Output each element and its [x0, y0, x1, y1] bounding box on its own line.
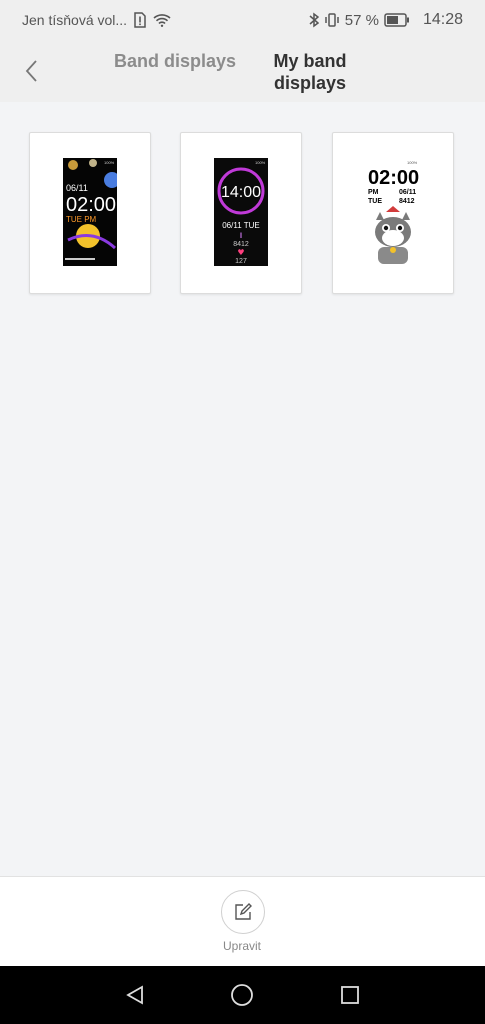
square-recents-icon — [339, 984, 361, 1006]
svg-text:♥: ♥ — [237, 248, 244, 257]
display-day: TUE — [368, 198, 382, 205]
display-card-planets[interactable]: 100% 06/11 02:00 TUE PM — [29, 132, 151, 294]
display-time: 14:00 — [221, 184, 261, 201]
chevron-left-icon — [24, 59, 38, 83]
display-steps: 8412 — [399, 198, 415, 205]
triangle-back-icon — [124, 984, 146, 1006]
display-date: 06/11 — [399, 189, 416, 196]
vibrate-icon — [324, 12, 340, 28]
edit-label: Upravit — [222, 939, 261, 953]
display-preview-planets: 100% 06/11 02:00 TUE PM — [63, 158, 117, 266]
tab-band-displays[interactable]: Band displays — [108, 50, 242, 72]
back-button[interactable] — [14, 54, 48, 88]
system-navigation-bar — [0, 966, 485, 1024]
bottom-action-bar: Upravit — [0, 876, 485, 967]
display-battery: 100% — [104, 160, 115, 165]
display-time: 02:00 — [66, 194, 116, 216]
display-battery: 100% — [407, 160, 418, 165]
wifi-icon — [153, 13, 171, 27]
display-period: PM — [368, 189, 379, 196]
display-time: 02:00 — [368, 167, 419, 189]
circle-home-icon — [230, 983, 254, 1007]
battery-percent: 57 % — [344, 11, 379, 29]
status-bar: Jen tísňová vol... 57 % 14:28 — [0, 0, 485, 40]
status-bar-right: 57 % 14:28 — [309, 11, 463, 29]
display-date: 06/11 TUE — [222, 221, 260, 230]
nav-home-button[interactable] — [227, 980, 257, 1010]
edit-icon — [233, 902, 253, 922]
display-date: 06/11 — [66, 183, 88, 193]
svg-text:‖: ‖ — [240, 233, 243, 240]
display-card-ring[interactable]: 100% 14:00 06/11 TUE ‖ 8412 ♥ 127 — [180, 132, 302, 294]
nav-back-button[interactable] — [120, 980, 150, 1010]
tab-my-band-displays[interactable]: My band displays — [262, 50, 358, 94]
display-day: TUE PM — [66, 215, 97, 224]
display-preview-cat: 100% 02:00 PM 06/11 TUE 8412 — [366, 158, 420, 266]
edit-button[interactable] — [221, 890, 265, 934]
sim-alert-icon — [133, 12, 147, 28]
display-card-cat[interactable]: 100% 02:00 PM 06/11 TUE 8412 — [332, 132, 454, 294]
carrier-label: Jen tísňová vol... — [22, 12, 128, 28]
display-steps: 8412 — [233, 241, 249, 248]
nav-recents-button[interactable] — [335, 980, 365, 1010]
display-heart: 127 — [235, 258, 247, 265]
my-displays-grid: 100% 06/11 02:00 TUE PM 100% 14:00 06/11… — [0, 102, 485, 876]
bluetooth-icon — [309, 12, 319, 28]
display-battery: 100% — [255, 160, 266, 165]
clock: 14:28 — [422, 11, 463, 28]
status-bar-left: Jen tísňová vol... — [22, 12, 171, 28]
header: Band displays My band displays — [0, 40, 485, 102]
battery-icon — [384, 13, 410, 27]
display-preview-ring: 100% 14:00 06/11 TUE ‖ 8412 ♥ 127 — [214, 158, 268, 266]
